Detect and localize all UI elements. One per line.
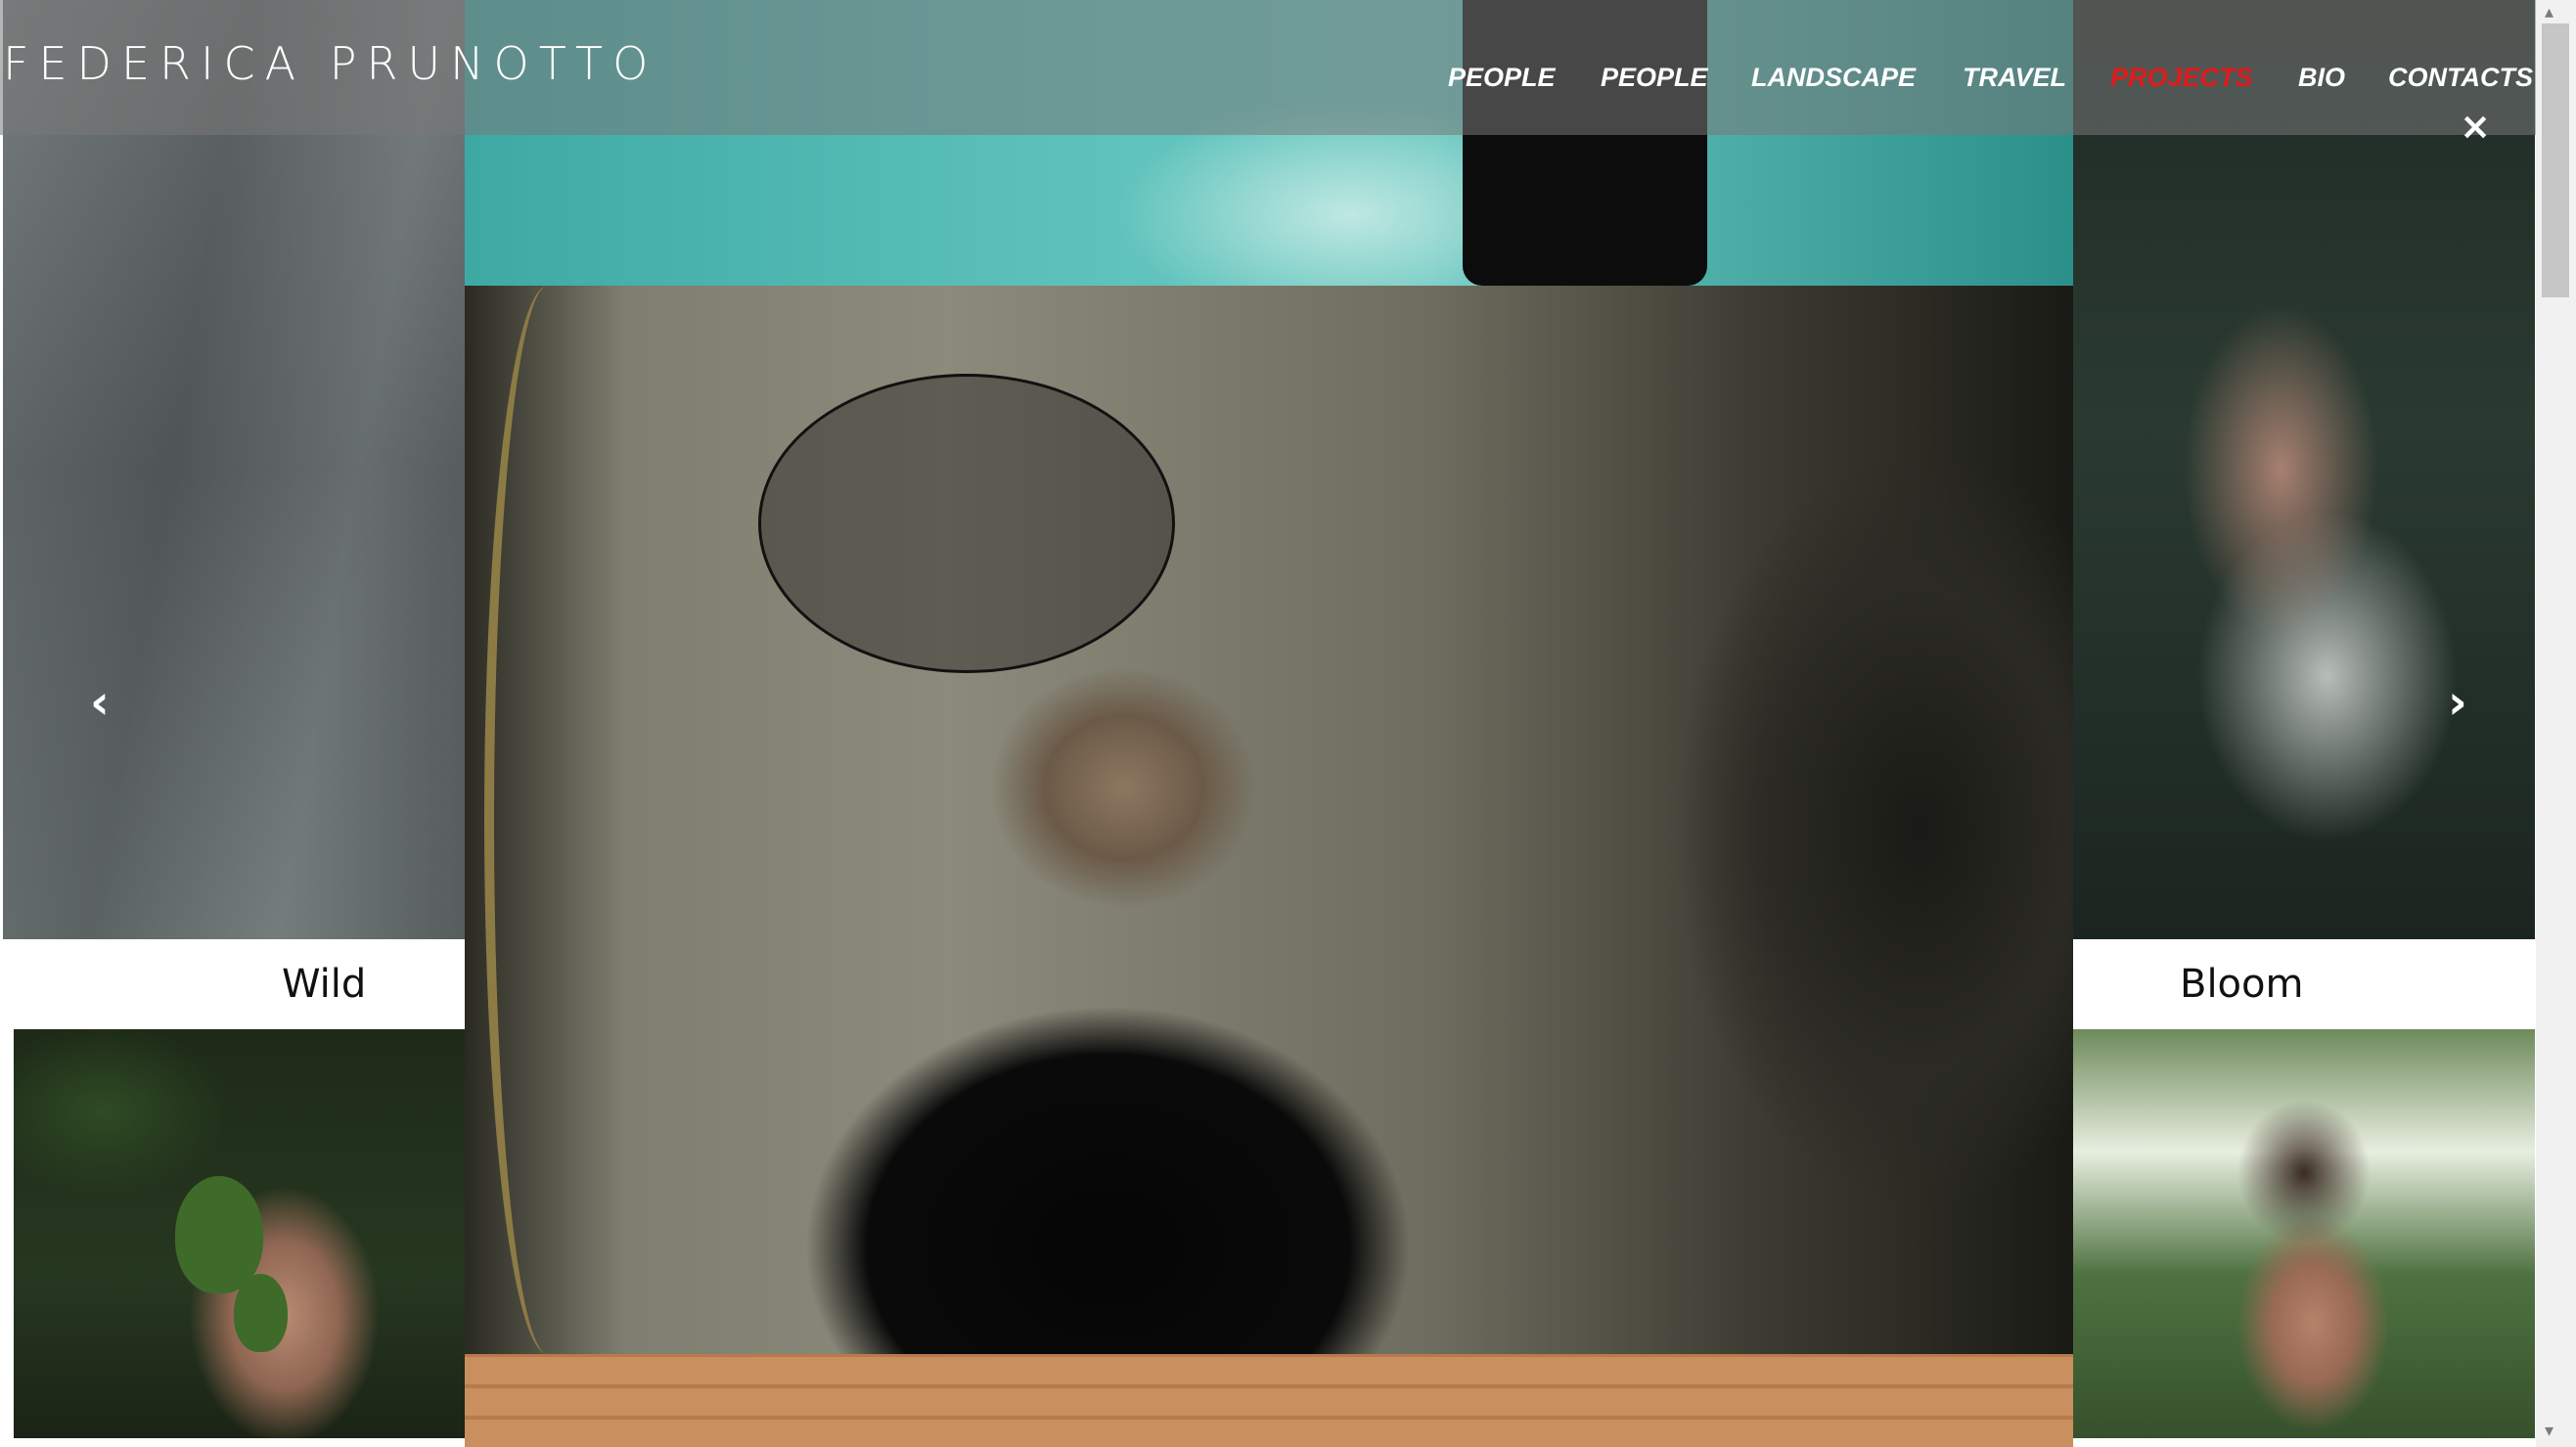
scroll-down-icon[interactable]: ▾ bbox=[2545, 1421, 2553, 1441]
nav-item-people[interactable]: PEOPLE bbox=[1448, 63, 1556, 93]
nav-item-travel[interactable]: TRAVEL bbox=[1963, 63, 2066, 93]
nav-item-people-2[interactable]: PEOPLE bbox=[1601, 63, 1708, 93]
nav-item-landscape[interactable]: LANDSCAPE bbox=[1751, 63, 1916, 93]
hat-shape bbox=[758, 374, 1175, 673]
nav-item-contacts[interactable]: CONTACTS bbox=[2388, 63, 2533, 93]
prev-arrow-icon[interactable]: ‹ bbox=[90, 675, 110, 730]
wild-photo[interactable] bbox=[14, 1029, 465, 1438]
close-icon[interactable]: × bbox=[2459, 108, 2492, 145]
lightbox-main-photo bbox=[465, 286, 2073, 1354]
center-bottom-photo bbox=[465, 1354, 2073, 1447]
scroll-up-icon[interactable]: ▴ bbox=[2545, 2, 2553, 23]
left-top-photo bbox=[3, 0, 465, 939]
nav-item-projects[interactable]: PROJECTS bbox=[2110, 63, 2253, 93]
leaf-shape bbox=[234, 1274, 288, 1352]
bloom-photo[interactable] bbox=[2073, 1029, 2535, 1438]
next-arrow-icon[interactable]: › bbox=[2448, 675, 2467, 730]
gallery-caption-bloom[interactable]: Bloom bbox=[2180, 962, 2303, 1007]
scrollbar-thumb[interactable] bbox=[2542, 23, 2569, 297]
site-title[interactable]: FEDERICA PRUNOTTO bbox=[3, 37, 657, 90]
gallery-caption-wild[interactable]: Wild bbox=[282, 962, 366, 1007]
nav-item-bio[interactable]: BIO bbox=[2298, 63, 2345, 93]
mirror-frame-shape bbox=[484, 286, 611, 1354]
reflection-shape bbox=[1564, 305, 2073, 1354]
